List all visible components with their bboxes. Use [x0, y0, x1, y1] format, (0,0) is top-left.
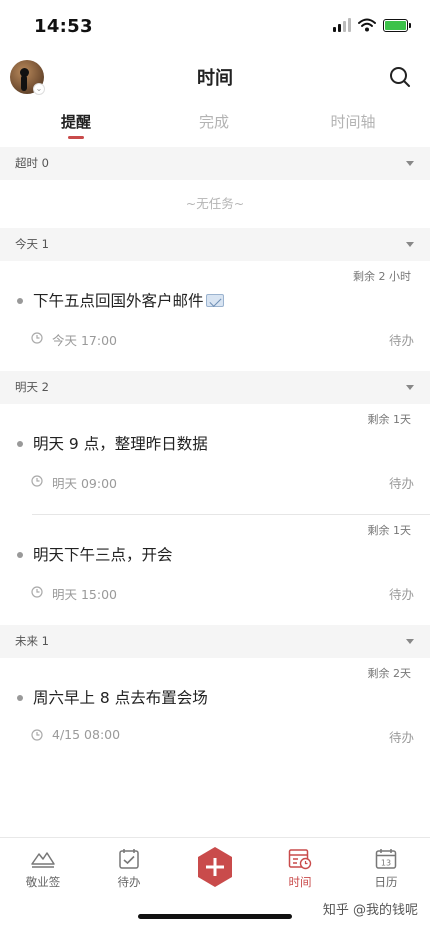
signal-icon	[333, 18, 351, 32]
task-title: 周六早上 8 点去布置会场	[33, 689, 208, 707]
collapse-arrow-icon	[406, 242, 414, 247]
time-icon	[288, 849, 312, 870]
section-label: 超时 0	[15, 156, 49, 170]
section-label: 今天 1	[15, 237, 49, 251]
section-label: 未来 1	[15, 634, 49, 648]
task-time: 今天 17:00	[52, 333, 117, 348]
envelope-icon	[205, 294, 224, 307]
tab-reminders[interactable]: 提醒	[0, 104, 152, 146]
status-time: 14:53	[34, 16, 93, 37]
section-tomorrow[interactable]: 明天 2	[0, 371, 430, 404]
task-time: 明天 15:00	[52, 587, 117, 602]
task-item[interactable]: 剩余 1天 明天下午三点，开会 明天 15:00 待办	[0, 515, 430, 625]
bullet-icon	[17, 695, 23, 701]
search-icon[interactable]	[389, 66, 411, 88]
section-label: 明天 2	[15, 380, 49, 394]
remaining-time: 剩余 2天	[367, 667, 412, 680]
task-list: 超时 0 ~无任务~ 今天 1 剩余 2 小时 下午五点回国外客户邮件 今天 1…	[0, 147, 430, 768]
task-status[interactable]: 待办	[389, 584, 414, 603]
wifi-icon	[358, 18, 376, 32]
clock-icon	[31, 475, 43, 487]
collapse-arrow-icon	[406, 639, 414, 644]
page-title: 时间	[197, 68, 233, 89]
watermark: 知乎 @我的钱呢	[322, 903, 418, 918]
bullet-icon	[17, 298, 23, 304]
add-button[interactable]	[194, 846, 236, 888]
clock-icon	[31, 586, 43, 598]
task-time: 4/15 08:00	[52, 727, 121, 742]
task-item[interactable]: 剩余 1天 明天 9 点，整理昨日数据 明天 09:00 待办	[0, 404, 430, 514]
tab-completed[interactable]: 完成	[152, 104, 276, 146]
clock-icon	[31, 729, 43, 741]
header: ⌄ 时间	[0, 54, 430, 100]
tabbar-item-time[interactable]: 时间	[265, 848, 335, 890]
collapse-arrow-icon	[406, 161, 414, 166]
calendar-icon: 13	[375, 849, 397, 869]
task-title: 明天下午三点，开会	[33, 546, 173, 564]
battery-icon	[383, 18, 411, 32]
tabbar-item-sign[interactable]: 敬业签	[8, 848, 78, 890]
remaining-time: 剩余 1天	[367, 413, 412, 426]
section-today[interactable]: 今天 1	[0, 228, 430, 261]
task-item[interactable]: 剩余 2天 周六早上 8 点去布置会场 4/15 08:00 待办	[0, 658, 430, 768]
tabbar-item-calendar[interactable]: 13 日历	[351, 848, 421, 890]
task-status[interactable]: 待办	[389, 473, 414, 492]
tabbar-label: 时间	[288, 875, 312, 889]
tab-bar: 提醒 完成 时间轴	[0, 104, 430, 146]
status-bar: 14:53	[0, 0, 430, 54]
task-status[interactable]: 待办	[389, 330, 414, 349]
svg-text:13: 13	[381, 859, 391, 868]
remaining-time: 剩余 1天	[367, 524, 412, 537]
remaining-time: 剩余 2 小时	[353, 270, 411, 283]
checklist-icon	[119, 849, 139, 869]
tabbar-label: 待办	[117, 875, 141, 889]
tabbar-label: 日历	[374, 875, 398, 889]
bullet-icon	[17, 441, 23, 447]
tabbar-item-todo[interactable]: 待办	[94, 848, 164, 890]
task-status[interactable]: 待办	[389, 727, 414, 746]
task-title: 明天 9 点，整理昨日数据	[33, 435, 208, 453]
clock-icon	[31, 332, 43, 344]
section-future[interactable]: 未来 1	[0, 625, 430, 658]
home-indicator[interactable]	[138, 914, 292, 919]
collapse-arrow-icon	[406, 385, 414, 390]
empty-placeholder: ~无任务~	[185, 196, 245, 211]
task-time: 明天 09:00	[52, 476, 117, 491]
bullet-icon	[17, 552, 23, 558]
tab-timeline[interactable]: 时间轴	[276, 104, 430, 146]
section-overdue[interactable]: 超时 0	[0, 147, 430, 180]
tabbar-label: 敬业签	[25, 875, 61, 889]
task-item[interactable]: 剩余 2 小时 下午五点回国外客户邮件 今天 17:00 待办	[0, 261, 430, 371]
status-icons	[333, 18, 411, 32]
sign-icon	[31, 852, 55, 868]
task-title: 下午五点回国外客户邮件	[33, 289, 224, 311]
